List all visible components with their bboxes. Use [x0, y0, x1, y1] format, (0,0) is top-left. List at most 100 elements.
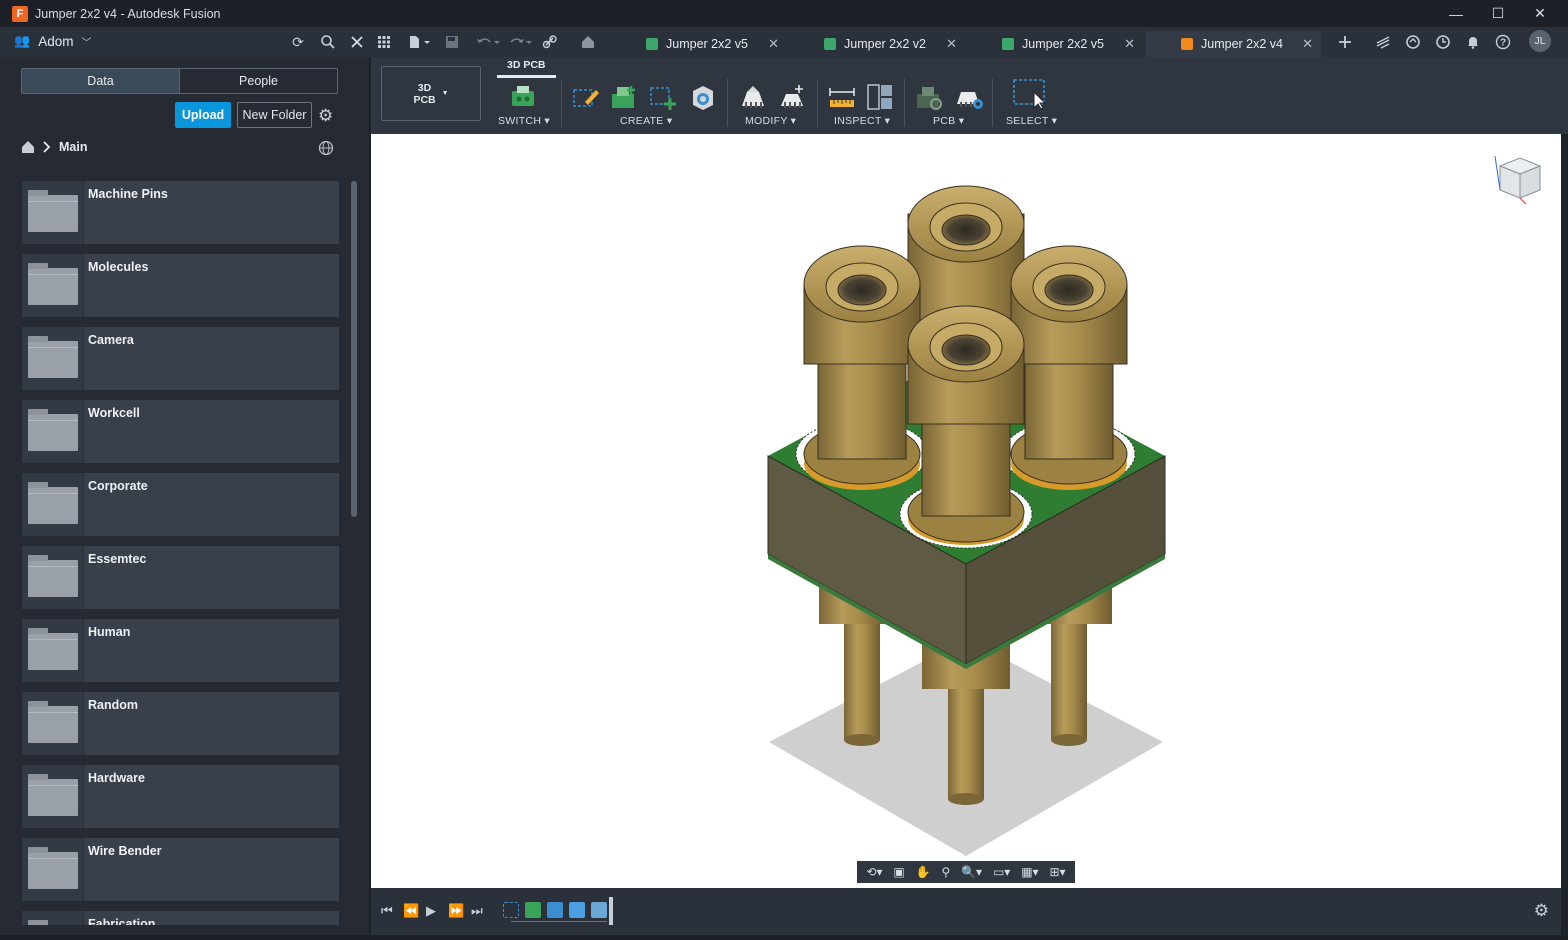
move-component-icon[interactable]	[777, 82, 807, 112]
new-folder-button[interactable]: New Folder	[237, 102, 312, 128]
toolbar-group-switch[interactable]: SWITCH ▾	[498, 115, 550, 127]
globe-icon[interactable]	[318, 140, 334, 159]
close-tab-icon[interactable]: ✕	[1124, 36, 1135, 52]
folder-item[interactable]: Corporate	[22, 473, 339, 536]
zoom-icon[interactable]: ⚲	[941, 865, 950, 879]
inspect-layers-icon[interactable]	[865, 82, 895, 112]
undo-icon[interactable]	[475, 34, 501, 50]
grid-settings-icon[interactable]: ▦▾	[1021, 865, 1038, 879]
timeline-derive-feature[interactable]	[591, 902, 607, 918]
timeline-package-feature-1[interactable]	[547, 902, 563, 918]
caret-down-icon: ▼	[441, 89, 449, 97]
clock-history-icon[interactable]	[1435, 34, 1451, 50]
extensions-icon[interactable]	[1375, 34, 1391, 50]
grid-apps-icon[interactable]	[376, 34, 392, 50]
look-at-icon[interactable]: ▣	[893, 865, 904, 879]
home-icon[interactable]	[21, 140, 35, 154]
doc-tab-4-active[interactable]: Jumper 2x2 v4 ✕	[1146, 31, 1321, 57]
create-outline-icon[interactable]	[648, 82, 678, 112]
create-3d-package-icon[interactable]	[687, 82, 717, 112]
folder-item[interactable]: Essemtec	[22, 546, 339, 609]
orbit-icon[interactable]: ⟲▾	[866, 865, 882, 879]
toolbar-group-inspect[interactable]: INSPECT ▾	[834, 115, 890, 127]
toolbar-group-pcb[interactable]: PCB ▾	[933, 115, 964, 127]
toolbar-group-modify[interactable]: MODIFY ▾	[745, 115, 796, 127]
viewports-icon[interactable]: ⊞▾	[1049, 865, 1065, 879]
file-menu-icon[interactable]	[407, 34, 431, 50]
home-tab-icon[interactable]	[580, 34, 596, 50]
new-tab-icon[interactable]	[1337, 34, 1353, 50]
workspace-switcher[interactable]: 3D PCB ▼	[381, 66, 481, 121]
timeline-play-icon[interactable]: ▶	[426, 903, 436, 919]
zoom-window-icon[interactable]: 🔍▾	[961, 865, 982, 879]
folder-item[interactable]: Workcell	[22, 400, 339, 463]
folder-item[interactable]: Fabrication	[22, 911, 339, 925]
user-avatar[interactable]: JL	[1529, 30, 1551, 52]
pcb-settings-icon[interactable]	[954, 82, 984, 112]
timeline-marker[interactable]	[609, 897, 613, 925]
folder-thumbnail	[22, 473, 84, 536]
tab-3d-pcb[interactable]: 3D PCB	[497, 59, 556, 78]
timeline-package-feature-2[interactable]	[569, 902, 585, 918]
doc-tab-1[interactable]: Jumper 2x2 v5 ✕	[637, 31, 787, 57]
navigation-bar: ⟲▾ ▣ ✋ ⚲ 🔍▾ ▭▾ ▦▾ ⊞▾	[857, 861, 1075, 883]
folder-item[interactable]: Machine Pins	[22, 181, 339, 244]
data-panel: Data People Upload New Folder ⚙ Main Mac…	[0, 57, 370, 935]
share-link-icon[interactable]	[542, 34, 558, 50]
close-window-button[interactable]: ✕	[1518, 0, 1562, 27]
folder-name: Hardware	[88, 771, 145, 785]
search-icon[interactable]	[320, 34, 336, 50]
folder-icon	[28, 482, 78, 524]
gear-icon[interactable]: ⚙	[318, 106, 333, 126]
doc-tab-2[interactable]: Jumper 2x2 v2 ✕	[815, 31, 965, 57]
redo-icon[interactable]	[507, 34, 533, 50]
timeline-previous-icon[interactable]: ⏪	[403, 903, 419, 919]
team-switcher[interactable]: 👥 Adom ﹀	[14, 33, 91, 49]
refresh-icon[interactable]: ⟳	[290, 34, 306, 50]
folder-item[interactable]: Hardware	[22, 765, 339, 828]
folder-item[interactable]: Human	[22, 619, 339, 682]
doc-tab-label: Jumper 2x2 v4	[1201, 37, 1283, 51]
folder-item[interactable]: Random	[22, 692, 339, 755]
tab-people[interactable]: People	[179, 69, 337, 93]
folder-item[interactable]: Wire Bender	[22, 838, 339, 901]
notifications-bell-icon[interactable]	[1465, 34, 1481, 50]
maximize-button[interactable]: ☐	[1476, 0, 1520, 27]
3d-model-render[interactable]	[371, 134, 1561, 888]
create-pcb-icon[interactable]	[609, 82, 639, 112]
timeline-last-icon[interactable]: ⏭	[471, 903, 483, 919]
pcb-push-icon[interactable]	[914, 82, 944, 112]
display-settings-icon[interactable]: ▭▾	[993, 865, 1010, 879]
modify-component-icon[interactable]	[738, 82, 768, 112]
switch-pcb-icon[interactable]	[508, 82, 538, 112]
timeline-first-icon[interactable]: ⏮	[381, 903, 393, 919]
timeline-next-icon[interactable]: ⏩	[448, 903, 464, 919]
save-icon[interactable]	[444, 34, 460, 50]
pan-hand-icon[interactable]: ✋	[916, 865, 931, 879]
toolbar-group-create[interactable]: CREATE ▾	[620, 115, 672, 127]
close-tab-icon[interactable]: ✕	[768, 36, 779, 52]
upload-button[interactable]: Upload	[175, 102, 231, 128]
tab-data[interactable]: Data	[22, 69, 179, 93]
viewcube[interactable]	[1493, 152, 1547, 206]
timeline-pcb-feature[interactable]	[525, 902, 541, 918]
select-window-icon[interactable]	[1012, 78, 1048, 110]
help-icon[interactable]: ?	[1495, 34, 1511, 50]
folder-list-scrollbar[interactable]	[351, 181, 357, 517]
folder-item[interactable]: Molecules	[22, 254, 339, 317]
minimize-button[interactable]: —	[1434, 0, 1478, 27]
close-tab-icon[interactable]: ✕	[1302, 36, 1313, 52]
timeline-settings-gear-icon[interactable]: ⚙	[1534, 901, 1549, 921]
measure-icon[interactable]	[827, 82, 857, 112]
3d-viewport[interactable]: ⟲▾ ▣ ✋ ⚲ 🔍▾ ▭▾ ▦▾ ⊞▾	[371, 134, 1561, 888]
folder-icon	[28, 847, 78, 889]
close-data-panel-icon[interactable]	[349, 34, 365, 50]
breadcrumb-current[interactable]: Main	[59, 140, 87, 154]
create-sketch-icon[interactable]	[571, 82, 601, 112]
job-status-icon[interactable]	[1405, 34, 1421, 50]
timeline-sketch-feature[interactable]	[503, 902, 519, 918]
folder-item[interactable]: Camera	[22, 327, 339, 390]
toolbar-group-select[interactable]: SELECT ▾	[1006, 115, 1057, 127]
doc-tab-3[interactable]: Jumper 2x2 v5 ✕	[993, 31, 1143, 57]
close-tab-icon[interactable]: ✕	[946, 36, 957, 52]
